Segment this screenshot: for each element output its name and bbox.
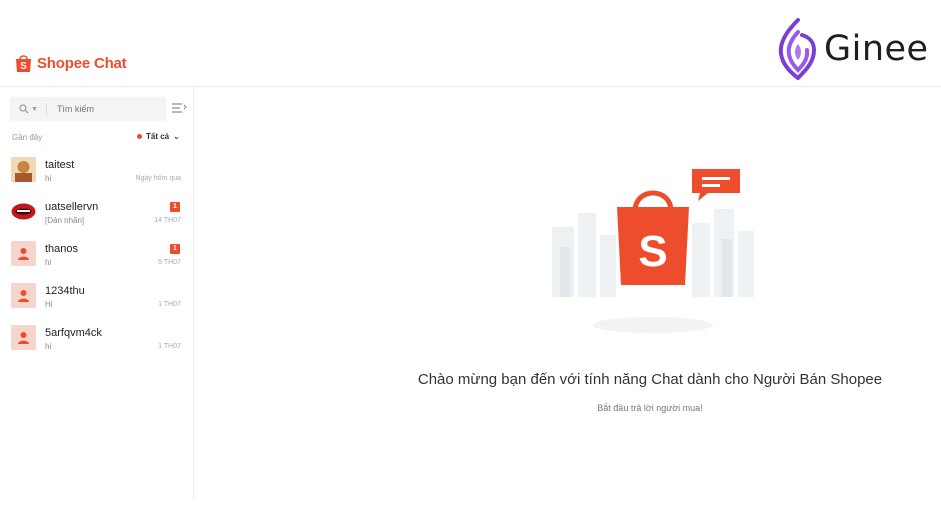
conversation-preview: [Dán nhãn] <box>45 216 85 225</box>
lips-avatar-icon <box>11 203 36 220</box>
search-input[interactable] <box>54 103 149 115</box>
conversation-time: 1 TH07 <box>158 343 181 350</box>
avatar <box>11 199 36 224</box>
conversation-item[interactable]: 1234thu Hi 1 TH07 <box>0 282 192 324</box>
unread-badge: 1 <box>170 202 180 212</box>
conversation-preview: hi <box>45 174 52 183</box>
ginee-watermark: Ginee <box>776 18 929 80</box>
conversation-item[interactable]: taitest hi Ngày hôm qua <box>0 156 192 198</box>
conversation-preview: hi <box>45 258 52 267</box>
recent-label: Gần đây <box>12 133 43 142</box>
conversation-time: 14 TH07 <box>154 217 181 224</box>
brand-title: Shopee Chat <box>37 55 127 72</box>
bag-letter: S <box>638 227 667 276</box>
ginee-logo-icon <box>778 18 817 80</box>
person-icon <box>18 332 29 344</box>
conversation-item[interactable]: 5arfqvm4ck hi 1 TH07 <box>0 324 192 366</box>
conversation-name: thanos <box>45 243 79 255</box>
avatar <box>11 241 36 266</box>
conversation-preview: hi <box>45 342 52 351</box>
search-icon[interactable] <box>19 104 29 114</box>
filter-list-icon[interactable] <box>172 102 187 115</box>
conversation-preview: Hi <box>45 300 53 309</box>
svg-text:S: S <box>20 61 27 72</box>
filter-dot-icon <box>137 134 142 139</box>
filter-dropdown[interactable]: Tất cả ⌄ <box>137 132 180 141</box>
conversation-item[interactable]: uatsellervn [Dán nhãn] 1 14 TH07 <box>0 198 192 240</box>
conversation-time: Ngày hôm qua <box>135 175 181 182</box>
search-box[interactable]: ▼ <box>10 97 166 121</box>
conversation-name: uatsellervn <box>45 201 99 213</box>
unread-badge: 1 <box>170 244 180 254</box>
photo-avatar-icon <box>11 157 36 182</box>
person-icon <box>18 248 29 260</box>
filter-label: Tất cả <box>146 132 170 141</box>
conversation-item[interactable]: thanos hi 1 5 TH07 <box>0 240 192 282</box>
person-icon <box>18 290 29 302</box>
shopee-bag-icon: S <box>16 55 31 72</box>
avatar <box>11 283 36 308</box>
shopee-chat-illustration: S <box>552 169 754 333</box>
conversation-name: 1234thu <box>45 285 85 297</box>
chat-bubble-icon <box>692 169 740 201</box>
shopee-chat-brand: S Shopee Chat <box>15 54 127 73</box>
avatar <box>11 325 36 350</box>
conversation-name: taitest <box>45 159 75 171</box>
conversation-time: 1 TH07 <box>158 301 181 308</box>
conversation-sidebar: ▼ Gần đây Tất cả ⌄ taitest hi Ngày hôm q… <box>0 87 194 499</box>
conversation-name: 5arfqvm4ck <box>45 327 102 339</box>
search-type-chevron-icon[interactable]: ▼ <box>31 106 38 113</box>
welcome-title: Chào mừng bạn đến với tính năng Chat dàn… <box>417 371 883 388</box>
chat-main-panel: S Chào mừng bạn đến với tính năng Chat d… <box>194 87 941 529</box>
avatar <box>11 157 36 182</box>
welcome-subtitle: Bắt đầu trả lời người mua! <box>597 403 703 413</box>
conversation-time: 5 TH07 <box>158 259 181 266</box>
chevron-down-icon: ⌄ <box>173 132 180 141</box>
ginee-wordmark: Ginee <box>824 29 929 69</box>
search-divider <box>45 103 47 115</box>
